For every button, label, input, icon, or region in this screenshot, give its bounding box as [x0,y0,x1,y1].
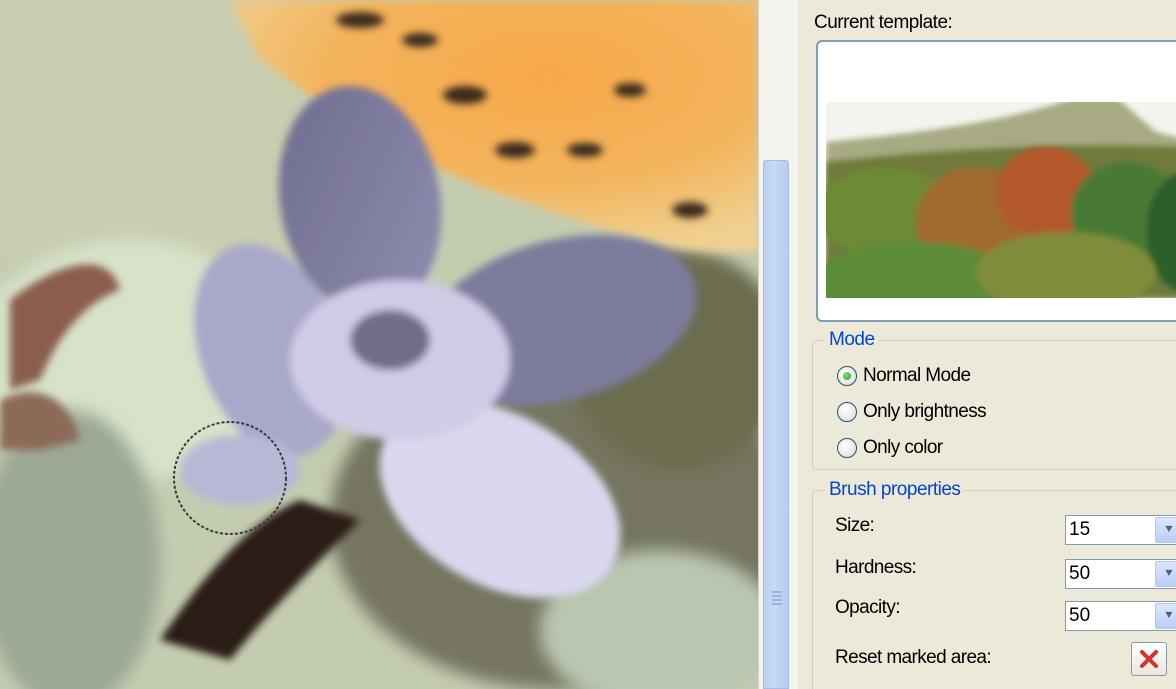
brush-properties-group: Brush properties Size: 15 ⯆ Hardness: 50… [812,479,1176,689]
chevron-down-icon[interactable]: ⯆ [1155,517,1176,543]
mode-legend: Mode [825,329,879,351]
radio-icon[interactable] [837,366,857,386]
hardness-label: Hardness: [835,557,917,578]
chevron-down-icon[interactable]: ⯆ [1155,603,1176,629]
opacity-label: Opacity: [835,597,901,618]
radio-icon[interactable] [837,402,857,422]
hardness-select[interactable]: 50 ⯆ [1065,559,1176,589]
reset-marked-area-label: Reset marked area: [835,647,992,668]
photo-zoomed-flower [0,0,758,689]
radio-normal-mode[interactable]: Normal Mode [837,363,971,389]
template-preview[interactable] [816,40,1176,322]
opacity-value: 50 [1069,605,1091,626]
opacity-select[interactable]: 50 ⯆ [1065,601,1176,631]
radio-only-brightness[interactable]: Only brightness [837,399,987,425]
radio-icon[interactable] [837,438,857,458]
radio-only-color[interactable]: Only color [837,435,943,461]
red-x-icon [1140,650,1158,668]
chevron-down-icon[interactable]: ⯆ [1155,561,1176,587]
size-value: 15 [1069,519,1091,540]
reset-marked-area-button[interactable] [1131,642,1167,676]
size-select[interactable]: 15 ⯆ [1065,515,1176,545]
current-template-label: Current template: [814,12,953,33]
template-thumbnail [826,102,1176,298]
brush-properties-legend: Brush properties [825,479,965,501]
grip-icon [772,591,782,609]
settings-panel: Current template: Mode Normal Mode Only … [798,0,1176,689]
size-label: Size: [835,515,875,536]
panel-splitter[interactable] [758,0,799,689]
mode-group: Mode Normal Mode Only brightness Only co… [812,329,1176,470]
scrollbar-thumb[interactable] [763,160,789,689]
image-canvas[interactable] [0,0,758,689]
hardness-value: 50 [1069,563,1091,584]
